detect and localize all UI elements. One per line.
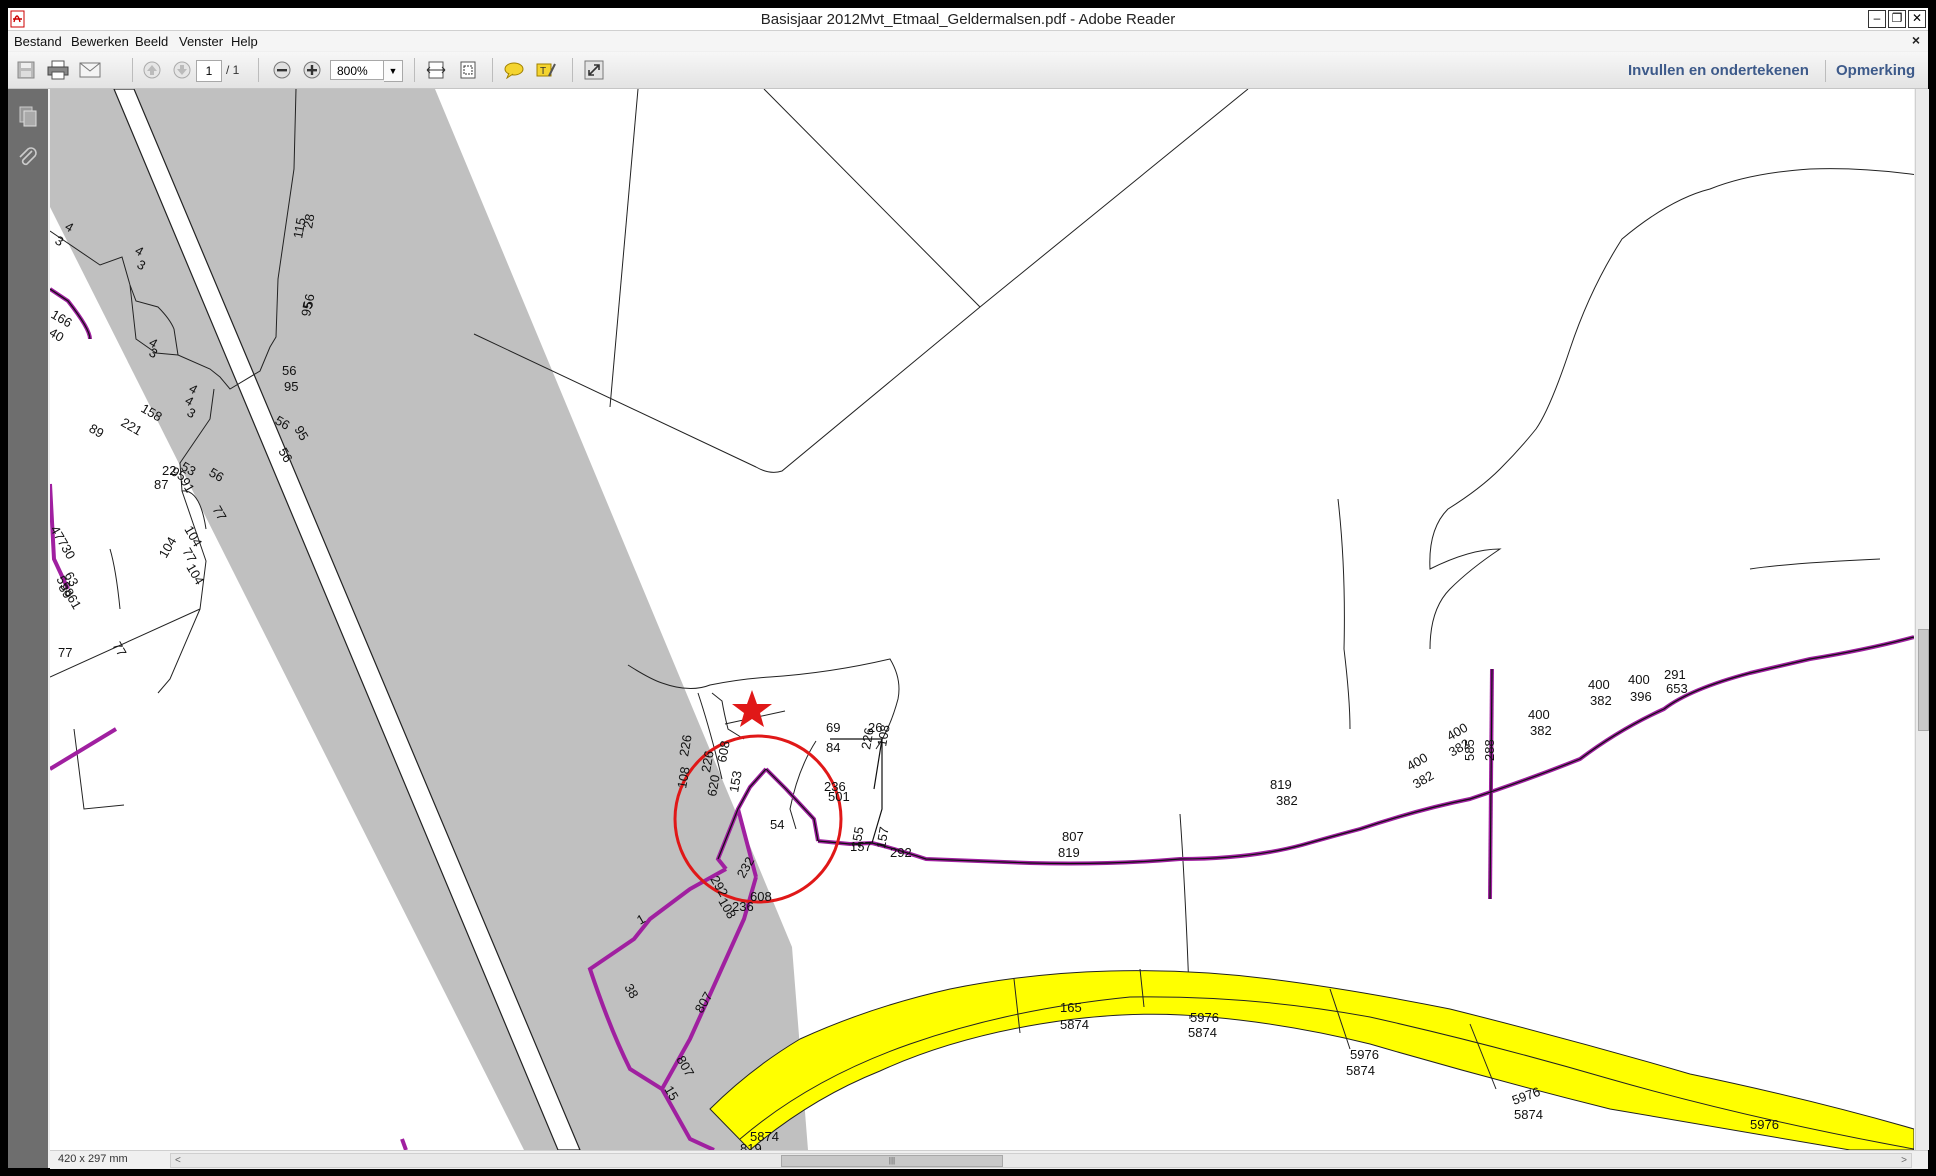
fit-page-icon[interactable] xyxy=(456,58,480,82)
map-label: 104 xyxy=(156,534,180,560)
map-label: 608 xyxy=(750,889,772,904)
vertical-scroll-thumb[interactable] xyxy=(1918,629,1929,731)
fit-width-icon[interactable] xyxy=(424,58,448,82)
map-label: 5976 xyxy=(1350,1047,1379,1062)
map-label: 653 xyxy=(1666,681,1688,696)
vertical-scrollbar[interactable] xyxy=(1915,89,1929,1150)
map-label: 288 xyxy=(1482,739,1497,761)
map-label: 77 xyxy=(58,645,72,660)
highway-band xyxy=(709,970,1914,1150)
map-label: 292 xyxy=(890,845,912,860)
map-label: 226 xyxy=(858,727,877,751)
window-title: Basisjaar 2012Mvt_Etmaal_Geldermalsen.pd… xyxy=(760,11,1176,28)
map-label: 54 xyxy=(770,817,784,832)
map-label: 819 xyxy=(1270,777,1292,792)
menu-beeld[interactable]: Beeld xyxy=(135,34,168,49)
zoom-level-input[interactable]: 800% xyxy=(330,60,384,80)
map-label: 5874 xyxy=(1346,1063,1375,1078)
scroll-right-icon[interactable]: > xyxy=(1901,1154,1907,1167)
menu-bewerken[interactable]: Bewerken xyxy=(71,34,129,49)
svg-text:T: T xyxy=(540,66,546,77)
menu-bar: Bestand Bewerken Beeld Venster Help × xyxy=(8,31,1928,51)
map-label: 5874 xyxy=(1060,1017,1089,1032)
map-label: 5976 xyxy=(1510,1084,1542,1108)
close-document-button[interactable]: × xyxy=(1912,32,1920,48)
highlight-text-icon[interactable]: T xyxy=(534,58,558,82)
map-label: 95 xyxy=(284,379,298,394)
page-size-label: 420 x 297 mm xyxy=(58,1153,128,1165)
map-label: 80 xyxy=(50,89,64,92)
map-label: 382 xyxy=(1276,793,1298,808)
fill-sign-button[interactable]: Invullen en ondertekenen xyxy=(1628,62,1809,79)
map-label: 608 xyxy=(714,740,733,764)
comment-panel-button[interactable]: Opmerking xyxy=(1836,62,1915,79)
map-label: 382 xyxy=(1530,723,1552,738)
minimize-button[interactable]: – xyxy=(1868,10,1886,28)
next-page-icon[interactable] xyxy=(170,58,194,82)
map-label: 291 xyxy=(1664,667,1686,682)
map-label: 56 xyxy=(282,363,296,378)
status-bar: 420 x 297 mm < ||| > xyxy=(50,1150,1928,1169)
map-label: 95 xyxy=(298,301,315,318)
menu-help[interactable]: Help xyxy=(231,34,258,49)
map-label: 5874 xyxy=(1188,1025,1217,1040)
map-label: 89 xyxy=(87,421,107,441)
map-label: 84 xyxy=(826,740,840,755)
map-label: 585 xyxy=(1462,739,1477,761)
full-screen-icon[interactable] xyxy=(582,58,606,82)
toolbar: 1 / 1 800% ▼ T Invullen en ondertekenen xyxy=(8,52,1928,89)
gray-band xyxy=(50,89,808,1150)
page-thumbnails-icon[interactable] xyxy=(16,105,40,129)
map-label: 5976 xyxy=(1750,1117,1779,1132)
map-label: 382 xyxy=(1590,693,1612,708)
menu-venster[interactable]: Venster xyxy=(179,34,223,49)
map-label: 157 xyxy=(850,839,872,854)
map-label: 400 xyxy=(1528,707,1550,722)
map-label: 5976 xyxy=(1190,1010,1219,1025)
email-icon[interactable] xyxy=(78,58,102,82)
print-icon[interactable] xyxy=(46,58,70,82)
title-bar: Basisjaar 2012Mvt_Etmaal_Geldermalsen.pd… xyxy=(8,8,1928,31)
save-icon[interactable] xyxy=(14,58,38,82)
document-view[interactable]: 4 3 4 3 4 3 4 4 3 166 40 158 221 89 22 53 87 91 56 95 77 104 1… xyxy=(50,89,1914,1150)
map-label: 153 xyxy=(726,770,745,794)
menu-bestand[interactable]: Bestand xyxy=(14,34,62,49)
map-label: 165 xyxy=(1060,1000,1082,1015)
map-label: 807 xyxy=(1062,829,1084,844)
map-label: 501 xyxy=(828,789,850,804)
map-label: 221 xyxy=(119,415,145,439)
close-button[interactable]: ✕ xyxy=(1908,10,1926,28)
scroll-left-icon[interactable]: < xyxy=(175,1154,181,1167)
map-label: 69 xyxy=(826,720,840,735)
map-label: 87 xyxy=(154,477,168,492)
restore-button[interactable]: ❐ xyxy=(1888,10,1906,28)
map-label: 819 xyxy=(740,1141,762,1150)
map-label: 819 xyxy=(1058,845,1080,860)
horizontal-scroll-thumb[interactable]: ||| xyxy=(781,1155,1003,1167)
map-label: 396 xyxy=(1630,689,1652,704)
navigation-pane xyxy=(8,89,48,1168)
app-window: Basisjaar 2012Mvt_Etmaal_Geldermalsen.pd… xyxy=(8,8,1929,1169)
map-label: 108 xyxy=(874,724,893,748)
zoom-out-icon[interactable] xyxy=(270,58,294,82)
zoom-dropdown-icon[interactable]: ▼ xyxy=(384,60,403,82)
comment-icon[interactable] xyxy=(502,58,526,82)
map-label: 28 xyxy=(300,213,317,230)
page-total: / 1 xyxy=(226,63,240,77)
horizontal-scrollbar[interactable]: < ||| > xyxy=(170,1153,1912,1168)
map-label: 400 xyxy=(1588,677,1610,692)
page-number-input[interactable]: 1 xyxy=(196,60,222,82)
map-label: 5874 xyxy=(1514,1107,1543,1122)
previous-page-icon[interactable] xyxy=(140,58,164,82)
map-label: 400 xyxy=(1628,672,1650,687)
zoom-in-icon[interactable] xyxy=(300,58,324,82)
map-drawing: 434343443166401582218922 5387 915695771041… xyxy=(50,89,1914,1150)
attachments-icon[interactable] xyxy=(16,147,40,171)
